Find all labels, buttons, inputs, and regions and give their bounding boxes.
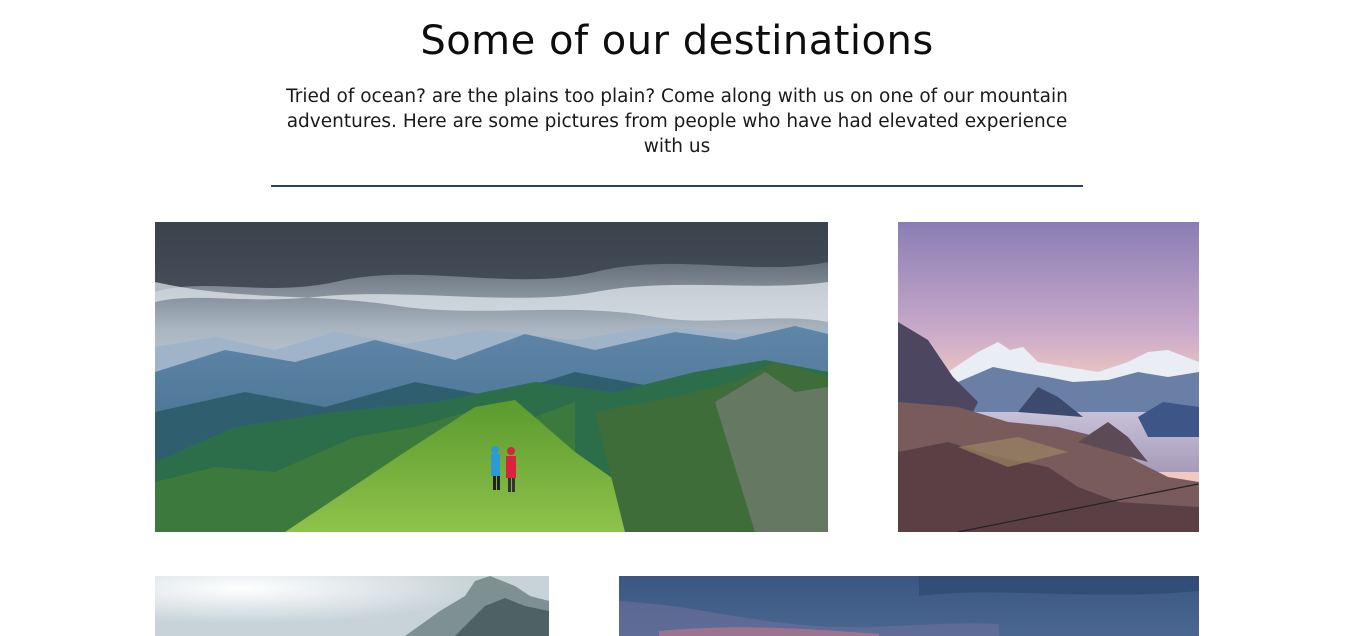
dusk-sky-photo: [619, 576, 1199, 636]
snowy-peaks-pink-sky-photo: [898, 222, 1199, 532]
destinations-page: Some of our destinations Tried of ocean?…: [0, 0, 1354, 636]
section-divider: [271, 185, 1083, 187]
section-title: Some of our destinations: [420, 18, 934, 64]
section-description: Tried of ocean? are the plains too plain…: [286, 86, 1068, 157]
green-ridge-hikers-photo: [155, 222, 828, 532]
misty-peak-photo: [155, 576, 549, 636]
